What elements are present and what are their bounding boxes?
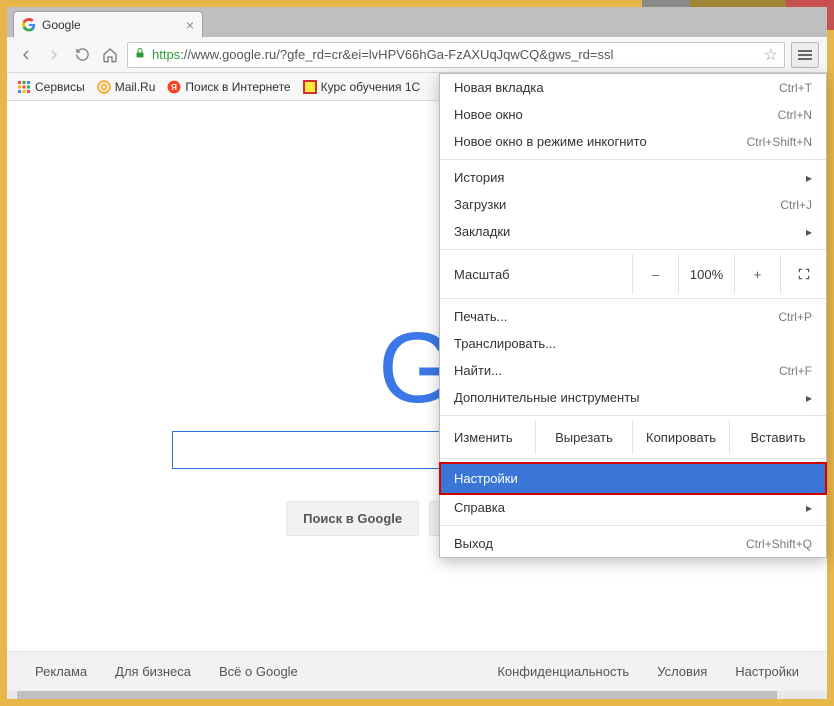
bookmark-services[interactable]: Сервисы	[17, 80, 85, 94]
menu-find[interactable]: Найти... Ctrl+F	[440, 357, 826, 384]
tab-title: Google	[42, 18, 81, 32]
footer-ads[interactable]: Реклама	[35, 664, 87, 679]
google-footer: Реклама Для бизнеса Всё о Google Конфиде…	[7, 651, 827, 691]
lock-icon	[134, 47, 146, 62]
back-button[interactable]	[15, 44, 37, 66]
footer-settings[interactable]: Настройки	[735, 664, 799, 679]
footer-terms[interactable]: Условия	[657, 664, 707, 679]
menu-downloads[interactable]: Загрузки Ctrl+J	[440, 191, 826, 218]
tab-google[interactable]: Google ×	[13, 11, 203, 37]
menu-separator	[440, 415, 826, 416]
zoom-out-button[interactable]: –	[632, 254, 678, 294]
forward-button[interactable]	[43, 44, 65, 66]
footer-business[interactable]: Для бизнеса	[115, 664, 191, 679]
google-search-button[interactable]: Поиск в Google	[286, 501, 419, 536]
edit-copy[interactable]: Копировать	[633, 420, 730, 454]
scrollbar-thumb[interactable]	[17, 691, 777, 699]
bookmark-star-icon[interactable]: ☆	[764, 45, 778, 65]
reload-button[interactable]	[71, 44, 93, 66]
menu-zoom-row: Масштаб – 100% +	[440, 254, 826, 294]
menu-separator	[440, 249, 826, 250]
tab-close-icon[interactable]: ×	[186, 17, 194, 33]
bookmark-course[interactable]: Курс обучения 1C	[303, 80, 421, 94]
menu-cast[interactable]: Транслировать...	[440, 330, 826, 357]
hamburger-icon	[798, 50, 812, 60]
svg-text:Я: Я	[171, 82, 177, 91]
address-bar[interactable]: https://www.google.ru/?gfe_rd=cr&ei=lvHP…	[127, 42, 785, 68]
toolbar: https://www.google.ru/?gfe_rd=cr&ei=lvHP…	[7, 37, 827, 73]
edit-label: Изменить	[440, 420, 536, 454]
menu-history[interactable]: История ▸	[440, 164, 826, 191]
bookmark-mailru[interactable]: Mail.Ru	[97, 80, 156, 94]
edit-cut[interactable]: Вырезать	[536, 420, 633, 454]
yandex-icon: Я	[167, 80, 181, 94]
menu-separator	[440, 458, 826, 459]
footer-about[interactable]: Всё о Google	[219, 664, 298, 679]
menu-help[interactable]: Справка ▸	[440, 494, 826, 521]
menu-print[interactable]: Печать... Ctrl+P	[440, 303, 826, 330]
main-menu-dropdown: Новая вкладка Ctrl+T Новое окно Ctrl+N Н…	[439, 73, 827, 558]
menu-exit[interactable]: Выход Ctrl+Shift+Q	[440, 530, 826, 557]
zoom-label: Масштаб	[454, 267, 632, 282]
menu-separator	[440, 298, 826, 299]
chevron-right-icon: ▸	[806, 225, 812, 239]
course-icon	[303, 80, 317, 94]
menu-new-tab[interactable]: Новая вкладка Ctrl+T	[440, 74, 826, 101]
menu-bookmarks[interactable]: Закладки ▸	[440, 218, 826, 245]
menu-new-window[interactable]: Новое окно Ctrl+N	[440, 101, 826, 128]
menu-separator	[440, 525, 826, 526]
footer-privacy[interactable]: Конфиденциальность	[497, 664, 629, 679]
menu-edit-row: Изменить Вырезать Копировать Вставить	[440, 420, 826, 454]
chevron-right-icon: ▸	[806, 391, 812, 405]
chevron-right-icon: ▸	[806, 501, 812, 515]
menu-settings[interactable]: Настройки	[440, 463, 826, 494]
menu-incognito[interactable]: Новое окно в режиме инкогнито Ctrl+Shift…	[440, 128, 826, 155]
chevron-right-icon: ▸	[806, 171, 812, 185]
zoom-in-button[interactable]: +	[734, 254, 780, 294]
bookmark-search[interactable]: Я Поиск в Интернете	[167, 80, 290, 94]
home-button[interactable]	[99, 44, 121, 66]
tab-strip: Google ×	[7, 7, 827, 37]
zoom-value: 100%	[678, 254, 734, 294]
menu-separator	[440, 159, 826, 160]
browser-window: Google × https://www.g	[0, 0, 834, 706]
horizontal-scrollbar[interactable]	[7, 691, 827, 699]
fullscreen-button[interactable]	[780, 254, 826, 294]
mailru-icon	[97, 80, 111, 94]
edit-paste[interactable]: Вставить	[730, 420, 826, 454]
url-text: https://www.google.ru/?gfe_rd=cr&ei=lvHP…	[152, 47, 613, 62]
menu-more-tools[interactable]: Дополнительные инструменты ▸	[440, 384, 826, 411]
google-favicon-icon	[22, 18, 36, 32]
main-menu-button[interactable]	[791, 42, 819, 68]
apps-icon	[17, 80, 31, 94]
